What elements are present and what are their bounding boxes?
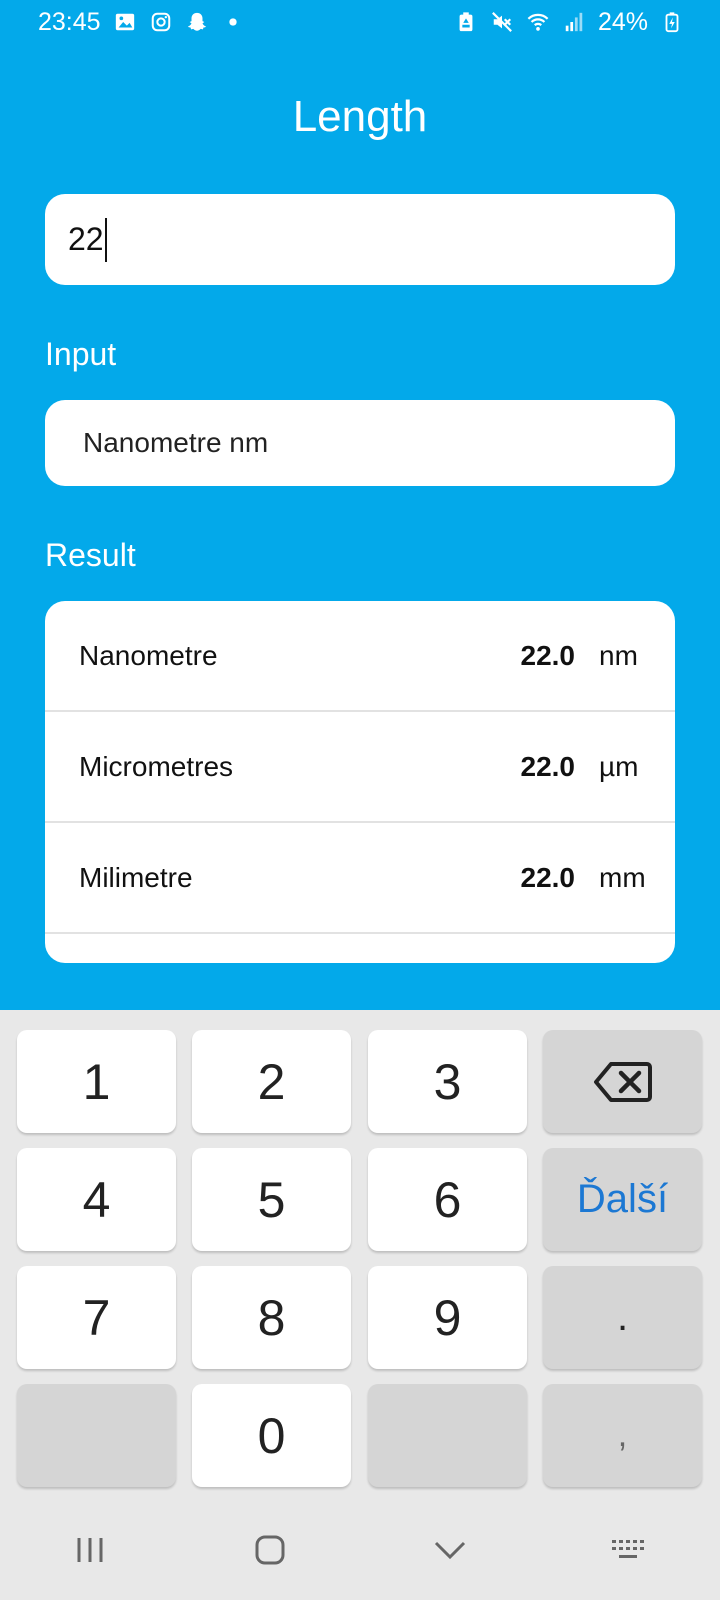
unit-dropdown-value: Nanometre nm [83, 427, 269, 458]
comma-key[interactable]: , [543, 1384, 702, 1487]
keyboard-switch-button[interactable] [600, 1520, 660, 1580]
value-input[interactable]: 22 [45, 194, 675, 285]
result-row: Micrometres 22.0 µm [45, 712, 675, 823]
key-9[interactable]: 9 [368, 1266, 527, 1369]
battery-charging-icon [660, 10, 684, 34]
home-button[interactable] [240, 1520, 300, 1580]
backspace-key[interactable] [543, 1030, 702, 1133]
status-left: 23:45 [38, 8, 245, 37]
dot-icon [221, 10, 245, 34]
key-4[interactable]: 4 [17, 1148, 176, 1251]
key-3[interactable]: 3 [368, 1030, 527, 1133]
key-7[interactable]: 7 [17, 1266, 176, 1369]
instagram-icon [149, 10, 173, 34]
result-unit-name: Milimetre [79, 861, 193, 893]
empty-key [368, 1384, 527, 1487]
unit-dropdown[interactable]: Nanometre nm [45, 400, 675, 486]
gallery-icon [113, 10, 137, 34]
result-value: 22.0 [520, 639, 576, 671]
text-caret [104, 217, 107, 262]
battery-percent: 24% [597, 7, 648, 36]
result-unit-symbol: mm [599, 861, 646, 893]
recent-apps-button[interactable] [60, 1520, 120, 1580]
navigation-bar [0, 1500, 720, 1600]
key-2[interactable]: 2 [192, 1030, 351, 1133]
result-row: Milimetre 22.0 mm [45, 823, 675, 934]
battery-saver-icon [454, 10, 478, 34]
wifi-icon [526, 10, 550, 34]
result-unit-name: Nanometre [79, 639, 218, 671]
result-label: Result [45, 537, 136, 573]
result-value: 22.0 [520, 750, 576, 782]
value-input-text: 22 [68, 221, 104, 257]
mute-icon [490, 10, 514, 34]
result-unit-symbol: µm [599, 750, 639, 782]
status-bar: 23:45 24% [0, 0, 720, 44]
key-5[interactable]: 5 [192, 1148, 351, 1251]
chevron-down-icon [433, 1539, 467, 1561]
backspace-icon [593, 1060, 653, 1104]
home-icon [254, 1534, 286, 1566]
recent-apps-icon [73, 1535, 107, 1565]
key-1[interactable]: 1 [17, 1030, 176, 1133]
signal-icon [562, 10, 586, 34]
key-6[interactable]: 6 [368, 1148, 527, 1251]
keyboard-icon [610, 1538, 650, 1562]
result-unit-symbol: nm [599, 639, 638, 671]
result-list[interactable]: Nanometre 22.0 nm Micrometres 22.0 µm Mi… [45, 601, 675, 963]
result-value: 22.0 [520, 861, 576, 893]
status-right: 24% [454, 8, 684, 37]
page-title: Length [292, 92, 428, 141]
result-row: Nanometre 22.0 nm [45, 601, 675, 712]
snapchat-icon [185, 10, 209, 34]
dot-key[interactable]: . [543, 1266, 702, 1369]
hide-keyboard-button[interactable] [420, 1520, 480, 1580]
key-0[interactable]: 0 [192, 1384, 351, 1487]
key-8[interactable]: 8 [192, 1266, 351, 1369]
result-unit-name: Micrometres [79, 750, 234, 782]
next-key[interactable]: Ďalší [543, 1148, 702, 1251]
empty-key [17, 1384, 176, 1487]
clock: 23:45 [38, 7, 101, 36]
input-label: Input [45, 336, 117, 372]
